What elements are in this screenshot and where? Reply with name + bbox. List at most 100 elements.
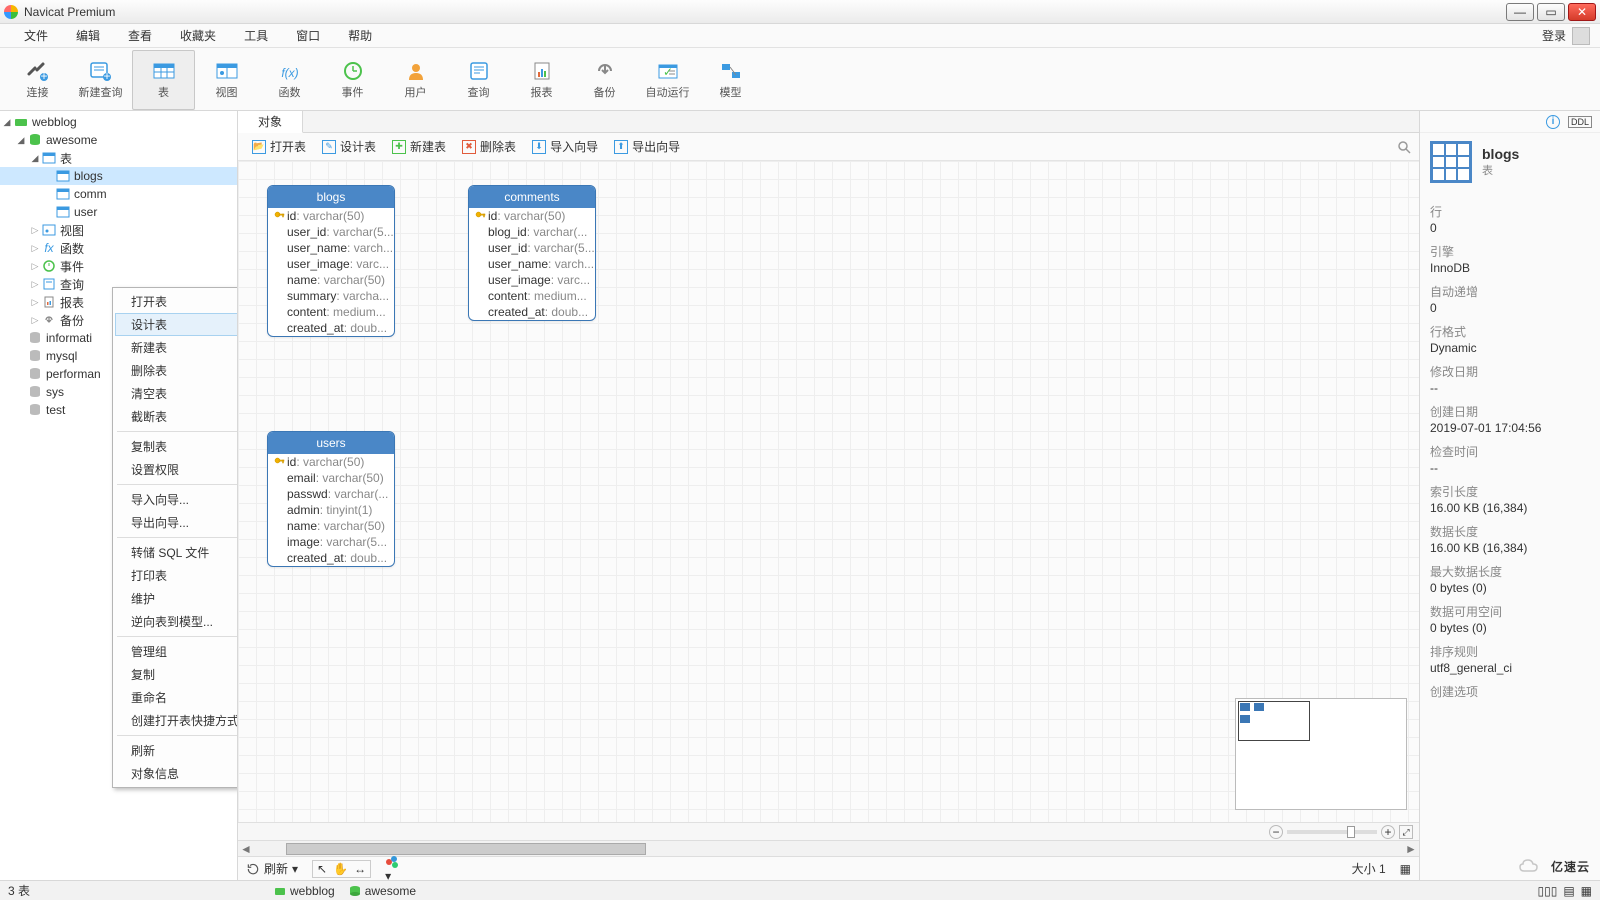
erd-column[interactable]: summary: varcha... [268,288,394,304]
zoom-fit-button[interactable]: ⤢ [1399,825,1413,839]
ctx-打印表[interactable]: 打印表 [115,564,238,587]
erd-column[interactable]: created_at: doub... [268,550,394,566]
erd-column[interactable]: user_id: varchar(5... [268,224,394,240]
erd-column[interactable]: id: varchar(50) [268,454,394,470]
erd-column[interactable]: user_image: varc... [469,272,595,288]
toolbar-schedule-button[interactable]: ✓自动运行 [636,50,699,110]
menu-2[interactable]: 查看 [114,27,166,44]
info-icon[interactable]: i [1546,115,1560,129]
subtool-1[interactable]: ✎设计表 [316,136,382,157]
toolbar-report-button[interactable]: 报表 [510,50,573,110]
toolbar-clock-button[interactable]: 事件 [321,50,384,110]
subtool-5[interactable]: ⬆导出向导 [608,136,686,157]
tree-connection[interactable]: ◢webblog [0,113,237,131]
erd-column[interactable]: user_name: varch... [268,240,394,256]
layout-buttons[interactable]: ▯▯▯▤▦ [1538,884,1593,898]
erd-column[interactable]: created_at: doub... [469,304,595,320]
avatar-icon[interactable] [1572,27,1590,45]
minimap[interactable] [1235,698,1407,810]
ctx-转储 SQL 文件[interactable]: 转储 SQL 文件 [115,541,238,564]
pointer-tool-icon[interactable]: ↖ [317,862,327,876]
ctx-重命名[interactable]: 重命名 [115,686,238,709]
erd-table-comments[interactable]: commentsid: varchar(50)blog_id: varchar(… [468,185,596,321]
login-link[interactable]: 登录 [1542,27,1566,44]
ctx-打开表[interactable]: 打开表 [115,290,238,313]
menu-6[interactable]: 帮助 [334,27,386,44]
ctx-清空表[interactable]: 清空表 [115,382,238,405]
refresh-button[interactable]: 刷新 ▾ [246,860,298,877]
tree-tables-group[interactable]: ◢表 [0,149,237,167]
link-tool-icon[interactable]: ↔ [354,862,366,876]
ctx-设计表[interactable]: 设计表 [115,313,238,336]
menu-0[interactable]: 文件 [10,27,62,44]
ctx-对象信息[interactable]: 对象信息 [115,762,238,785]
ctx-截断表[interactable]: 截断表 [115,405,238,428]
erd-column[interactable]: image: varchar(5... [268,534,394,550]
scroll-right-button[interactable]: ► [1403,842,1419,856]
ctx-删除表[interactable]: 删除表 [115,359,238,382]
erd-table-blogs[interactable]: blogsid: varchar(50)user_id: varchar(5..… [267,185,395,337]
scroll-left-button[interactable]: ◄ [238,842,254,856]
tree-table-blogs[interactable]: blogs [0,167,237,185]
toolbar-table-button[interactable]: 表 [132,50,195,110]
toolbar-view-button[interactable]: 视图 [195,50,258,110]
tree-group-事件[interactable]: ▷事件 [0,257,237,275]
subtool-4[interactable]: ⬇导入向导 [526,136,604,157]
subtool-3[interactable]: ✖删除表 [456,136,522,157]
erd-column[interactable]: user_name: varch... [469,256,595,272]
erd-column[interactable]: user_id: varchar(5... [469,240,595,256]
erd-column[interactable]: id: varchar(50) [268,208,394,224]
erd-column[interactable]: content: medium... [268,304,394,320]
ctx-复制[interactable]: 复制 [115,663,238,686]
scroll-thumb[interactable] [286,843,646,855]
zoom-controls[interactable]: − + ⤢ [1269,823,1413,841]
grid-toggle-icon[interactable]: ▦ [1400,862,1411,876]
erd-column[interactable]: name: varchar(50) [268,518,394,534]
toolbar-query-button[interactable]: 查询 [447,50,510,110]
erd-column[interactable]: user_image: varc... [268,256,394,272]
maximize-button[interactable]: ▭ [1537,3,1565,21]
minimize-button[interactable]: — [1506,3,1534,21]
erd-column[interactable]: id: varchar(50) [469,208,595,224]
ctx-维护[interactable]: 维护 [115,587,238,610]
ddl-icon[interactable]: DDL [1568,116,1592,128]
tree-table-comments[interactable]: comm [0,185,237,203]
menu-1[interactable]: 编辑 [62,27,114,44]
menu-4[interactable]: 工具 [230,27,282,44]
hand-tool-icon[interactable]: ✋ [333,862,348,876]
ctx-逆向表到模型...[interactable]: 逆向表到模型... [115,610,238,633]
toolbar-model-button[interactable]: 模型 [699,50,762,110]
search-icon[interactable] [1397,140,1411,154]
ctx-新建表[interactable]: 新建表 [115,336,238,359]
erd-column[interactable]: admin: tinyint(1) [268,502,394,518]
toolbar-new-query-button[interactable]: +新建查询 [69,50,132,110]
subtool-0[interactable]: 📂打开表 [246,136,312,157]
subtool-2[interactable]: ✚新建表 [386,136,452,157]
tree-group-视图[interactable]: ▷视图 [0,221,237,239]
ctx-复制表[interactable]: 复制表 [115,435,238,458]
minimap-viewport[interactable] [1238,701,1310,741]
zoom-out-button[interactable]: − [1269,825,1283,839]
menu-3[interactable]: 收藏夹 [166,27,230,44]
ctx-创建打开表快捷方式...[interactable]: 创建打开表快捷方式... [115,709,238,732]
toolbar-backup-button[interactable]: 备份 [573,50,636,110]
menu-5[interactable]: 窗口 [282,27,334,44]
tab-objects[interactable]: 对象 [238,111,303,133]
ctx-导入向导...[interactable]: 导入向导... [115,488,238,511]
zoom-in-button[interactable]: + [1381,825,1395,839]
erd-column[interactable]: name: varchar(50) [268,272,394,288]
erd-column[interactable]: created_at: doub... [268,320,394,336]
ctx-管理组[interactable]: 管理组 [115,640,238,663]
erd-canvas[interactable]: blogsid: varchar(50)user_id: varchar(5..… [238,161,1419,822]
horizontal-scrollbar[interactable]: ◄ ► [238,840,1419,856]
erd-column[interactable]: passwd: varchar(... [268,486,394,502]
erd-column[interactable]: content: medium... [469,288,595,304]
ctx-导出向导...[interactable]: 导出向导... [115,511,238,534]
erd-table-users[interactable]: usersid: varchar(50)email: varchar(50)pa… [267,431,395,567]
tree-database[interactable]: ◢awesome [0,131,237,149]
erd-column[interactable]: email: varchar(50) [268,470,394,486]
ctx-设置权限[interactable]: 设置权限 [115,458,238,481]
toolbar-plug-button[interactable]: +连接 [6,50,69,110]
toolbar-user-button[interactable]: 用户 [384,50,447,110]
ctx-刷新[interactable]: 刷新 [115,739,238,762]
